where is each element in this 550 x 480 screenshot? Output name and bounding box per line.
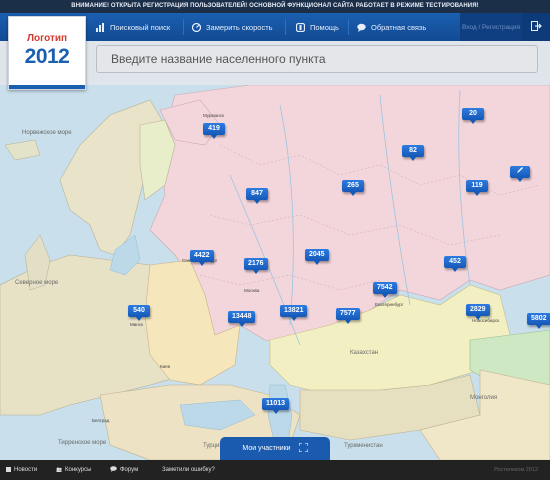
map-marker[interactable]: 20 (462, 108, 484, 124)
map-marker[interactable]: 2829 (466, 304, 490, 320)
bar-chart-icon (96, 22, 105, 32)
speedometer-icon (192, 22, 201, 32)
footer-link-label: Новости (14, 467, 38, 473)
map-label-city: Минск (130, 322, 143, 327)
my-participants-label: Мои участники (242, 445, 291, 452)
map-marker[interactable]: 540 (128, 305, 150, 321)
nav-item-label: Помощь (310, 22, 339, 32)
map-edit-marker[interactable] (510, 166, 530, 182)
nav-divider (285, 19, 286, 35)
map-marker[interactable]: 2045 (305, 249, 329, 265)
nav-item-feedback[interactable]: Обратная связь (357, 13, 426, 41)
contests-icon (56, 467, 62, 474)
map-label-city: Екатеринбург (375, 302, 404, 307)
footer-link-news[interactable]: Новости (6, 460, 37, 480)
nav-item-label: Замерить скорость (206, 22, 273, 32)
nav-item-label: Обратная связь (371, 22, 427, 32)
help-icon (296, 22, 305, 32)
logout-button[interactable] (522, 13, 550, 41)
map-label-sea: Норвежское море (22, 130, 72, 136)
map-marker[interactable]: 4422 (190, 250, 214, 266)
map-label-country: Туркменистан (344, 443, 383, 449)
forum-icon (110, 466, 117, 474)
logo-text: Логотип (26, 33, 68, 44)
logo-year: 2012 (24, 45, 70, 68)
map-label-city: Киев (160, 364, 171, 369)
logo-underline (9, 85, 85, 89)
announcement-banner: ВНИМАНИЕ! ОТКРЫТА РЕГИСТРАЦИЯ ПОЛЬЗОВАТЕ… (0, 0, 550, 13)
map-marker[interactable]: 2176 (244, 258, 268, 274)
login-label: Вход / Регистрация (461, 23, 521, 31)
site-logo[interactable]: Логотип 2012 (8, 16, 86, 90)
footer-bar: Новости Конкурсы Форум Заметили ошибку? … (0, 460, 550, 480)
map-marker[interactable]: 265 (342, 180, 364, 196)
map-marker[interactable]: 82 (402, 145, 424, 161)
nav-item-speedtest[interactable]: Замерить скорость (192, 13, 273, 41)
nav-divider (183, 19, 184, 35)
my-participants-tab[interactable]: Мои участники (220, 437, 330, 460)
nav-item-label: Поисковый поиск (110, 22, 171, 32)
footer-link-contests[interactable]: Конкурсы (56, 460, 91, 480)
copyright-text: Ростелеком 2012 (494, 467, 538, 473)
map-label-sea: Тирренское море (58, 440, 107, 446)
report-error-label: Заметили ошибку? (162, 467, 215, 473)
map-marker[interactable]: 847 (246, 188, 268, 204)
map-label-city: Мурманск (203, 113, 224, 118)
login-button[interactable]: Вход / Регистрация (460, 13, 522, 41)
expand-icon (298, 442, 309, 454)
map-marker[interactable]: 13821 (280, 305, 308, 321)
map-marker[interactable]: 5802 (527, 313, 550, 329)
nav-item-help[interactable]: Помощь (296, 13, 339, 41)
footer-link-forum[interactable]: Форум (110, 460, 138, 480)
map-label-city: Белград (92, 418, 110, 423)
nav-divider (348, 19, 349, 35)
logout-icon (530, 18, 542, 36)
map-label-city: Москва (244, 288, 260, 293)
map-label-country: Казахстан (350, 350, 379, 356)
map-marker[interactable]: 119 (466, 180, 488, 196)
footer-link-label: Форум (120, 467, 139, 473)
pencil-icon (516, 167, 524, 176)
map-label-country: Монголия (470, 395, 498, 401)
footer-link-label: Конкурсы (65, 467, 92, 473)
map-marker[interactable]: 13448 (228, 311, 256, 327)
map-marker[interactable]: 11013 (262, 398, 290, 414)
report-error-link[interactable]: Заметили ошибку? (162, 460, 215, 480)
map-label-sea: Северное море (15, 280, 59, 286)
map-marker[interactable]: 419 (203, 123, 225, 139)
nav-item-search[interactable]: Поисковый поиск (96, 13, 170, 41)
news-icon (6, 466, 11, 474)
chat-bubble-icon (357, 23, 366, 32)
locality-search-input[interactable]: Введите название населенного пункта (96, 45, 538, 73)
map-marker[interactable]: 7577 (336, 308, 360, 324)
map-marker[interactable]: 7542 (373, 282, 397, 298)
map-marker[interactable]: 452 (444, 256, 466, 272)
